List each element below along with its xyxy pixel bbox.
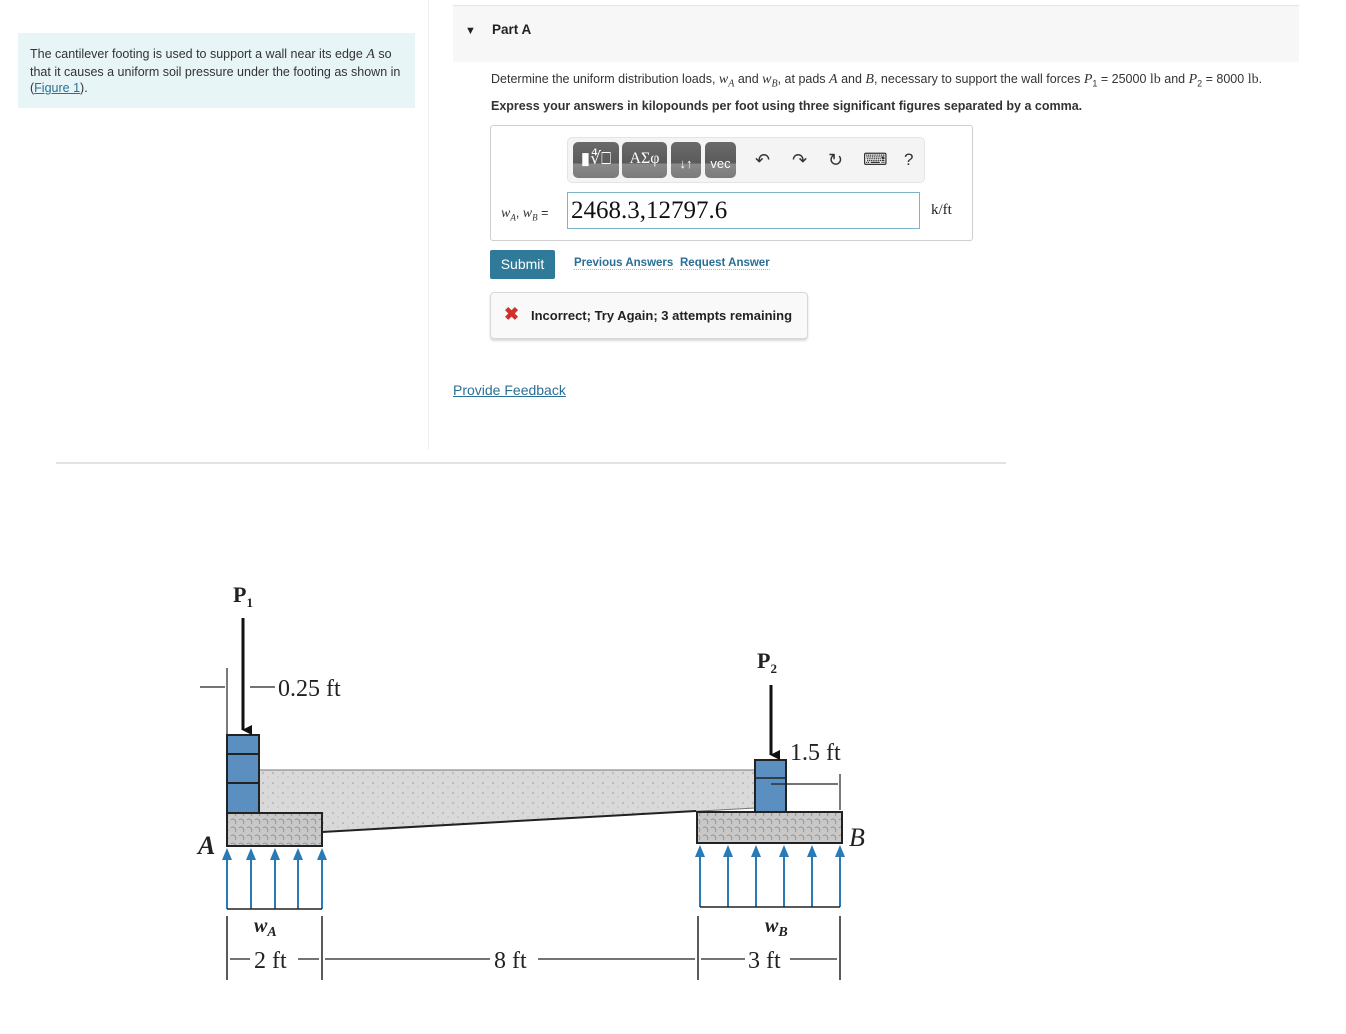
label-b: B bbox=[849, 823, 865, 852]
vector-button[interactable]: vec bbox=[705, 142, 736, 178]
problem-text-3: ). bbox=[80, 81, 88, 95]
figure-1: P1 0.25 ft P2 1.5 ft A B wA wB 2 ft 8 ft… bbox=[196, 582, 865, 980]
help-button[interactable]: ? bbox=[904, 150, 913, 170]
pad-a bbox=[226, 812, 323, 847]
q-wa: w bbox=[718, 72, 729, 87]
pressure-arrow-head bbox=[695, 845, 705, 857]
pressure-arrow-head bbox=[807, 845, 817, 857]
section-divider bbox=[56, 462, 1006, 464]
q-text: and bbox=[1160, 72, 1189, 86]
pressure-arrow-head bbox=[723, 845, 733, 857]
dim-025-label: 0.25 ft bbox=[278, 676, 341, 702]
q-a: A bbox=[829, 72, 838, 87]
templates-button[interactable]: ▮∜⎕ bbox=[573, 142, 619, 178]
label-wa: w bbox=[501, 206, 511, 221]
arrows-button[interactable]: ↓↑ bbox=[671, 142, 701, 178]
label-eq: = bbox=[537, 206, 549, 220]
q-text: = 8000 bbox=[1202, 72, 1248, 86]
q-b: B bbox=[865, 72, 874, 87]
math-toolbar: ▮∜⎕ ΑΣφ ↓↑ vec ↶ ↷ ↻ ⌨ ? bbox=[567, 137, 925, 183]
pressure-arrow-head bbox=[222, 848, 232, 860]
reset-icon[interactable]: ↻ bbox=[828, 150, 843, 171]
pressure-arrow-head bbox=[317, 848, 327, 860]
edge-variable: A bbox=[366, 47, 375, 62]
question-text: Determine the uniform distribution loads… bbox=[491, 72, 1262, 90]
instruction-text: Express your answers in kilopounds per f… bbox=[491, 99, 1083, 113]
dim-15-label: 1.5 ft bbox=[790, 740, 841, 766]
pressure-arrow-head bbox=[270, 848, 280, 860]
answer-input[interactable] bbox=[567, 192, 920, 229]
q-unit: lb bbox=[1247, 72, 1259, 87]
answer-box: ▮∜⎕ ΑΣφ ↓↑ vec ↶ ↷ ↻ ⌨ ? wA, wB = k/ft bbox=[490, 125, 973, 241]
q-text: , at pads bbox=[777, 72, 830, 86]
incorrect-x-icon: ✖ bbox=[504, 304, 520, 324]
pressure-arrows-b bbox=[695, 845, 845, 907]
label-sep: , bbox=[515, 206, 523, 220]
footing-slab bbox=[258, 769, 756, 833]
q-p2: P bbox=[1188, 72, 1198, 87]
pressure-arrow-head bbox=[293, 848, 303, 860]
wb-label: wB bbox=[765, 915, 788, 940]
p1-label: P1 bbox=[233, 582, 253, 610]
figure-link[interactable]: Figure 1 bbox=[34, 81, 80, 95]
answer-label: wA, wB = bbox=[501, 206, 548, 223]
dim-8-label: 8 ft bbox=[494, 948, 527, 974]
q-text: , necessary to support the wall forces bbox=[873, 72, 1084, 86]
dim-2-label: 2 ft bbox=[254, 948, 287, 974]
q-text: and bbox=[837, 72, 866, 86]
p2-label: P2 bbox=[757, 648, 777, 676]
dim-3-label: 3 ft bbox=[748, 948, 781, 974]
q-wb: w bbox=[762, 72, 772, 87]
part-a-header[interactable]: ▼ Part A bbox=[453, 5, 1299, 62]
pressure-arrow-head bbox=[751, 845, 761, 857]
problem-text-1: The cantilever footing is used to suppor… bbox=[30, 47, 367, 61]
pressure-arrows-a bbox=[222, 848, 327, 909]
problem-statement: The cantilever footing is used to suppor… bbox=[18, 33, 415, 108]
label-wb: w bbox=[522, 206, 533, 221]
q-text: . bbox=[1258, 72, 1263, 86]
wall-b bbox=[754, 759, 787, 813]
previous-answers-link[interactable]: Previous Answers bbox=[574, 257, 674, 270]
q-text: and bbox=[734, 72, 763, 86]
feedback-text: Incorrect; Try Again; 3 attempts remaini… bbox=[531, 308, 793, 323]
redo-icon[interactable]: ↷ bbox=[792, 150, 807, 171]
greek-symbols-button[interactable]: ΑΣφ bbox=[622, 142, 667, 178]
pad-b bbox=[696, 811, 843, 844]
provide-feedback-link[interactable]: Provide Feedback bbox=[453, 382, 566, 398]
keyboard-icon[interactable]: ⌨ bbox=[863, 150, 888, 170]
submit-button[interactable]: Submit bbox=[490, 250, 555, 279]
part-title: Part A bbox=[492, 22, 532, 37]
wall-a bbox=[226, 734, 260, 814]
column-divider bbox=[428, 0, 429, 450]
wa-label: wA bbox=[254, 915, 277, 940]
request-answer-link[interactable]: Request Answer bbox=[680, 257, 770, 270]
undo-icon[interactable]: ↶ bbox=[755, 150, 770, 171]
pressure-arrow-head bbox=[779, 845, 789, 857]
collapse-caret-icon[interactable]: ▼ bbox=[465, 25, 476, 37]
answer-unit: k/ft bbox=[931, 202, 952, 218]
label-a: A bbox=[196, 831, 215, 860]
feedback-message: ✖ Incorrect; Try Again; 3 attempts remai… bbox=[490, 292, 808, 339]
pressure-arrow-head bbox=[835, 845, 845, 857]
pressure-arrow-head bbox=[246, 848, 256, 860]
q-text: = 25000 bbox=[1097, 72, 1150, 86]
q-unit: lb bbox=[1149, 72, 1161, 87]
q-text: Determine the uniform distribution loads… bbox=[491, 72, 719, 86]
